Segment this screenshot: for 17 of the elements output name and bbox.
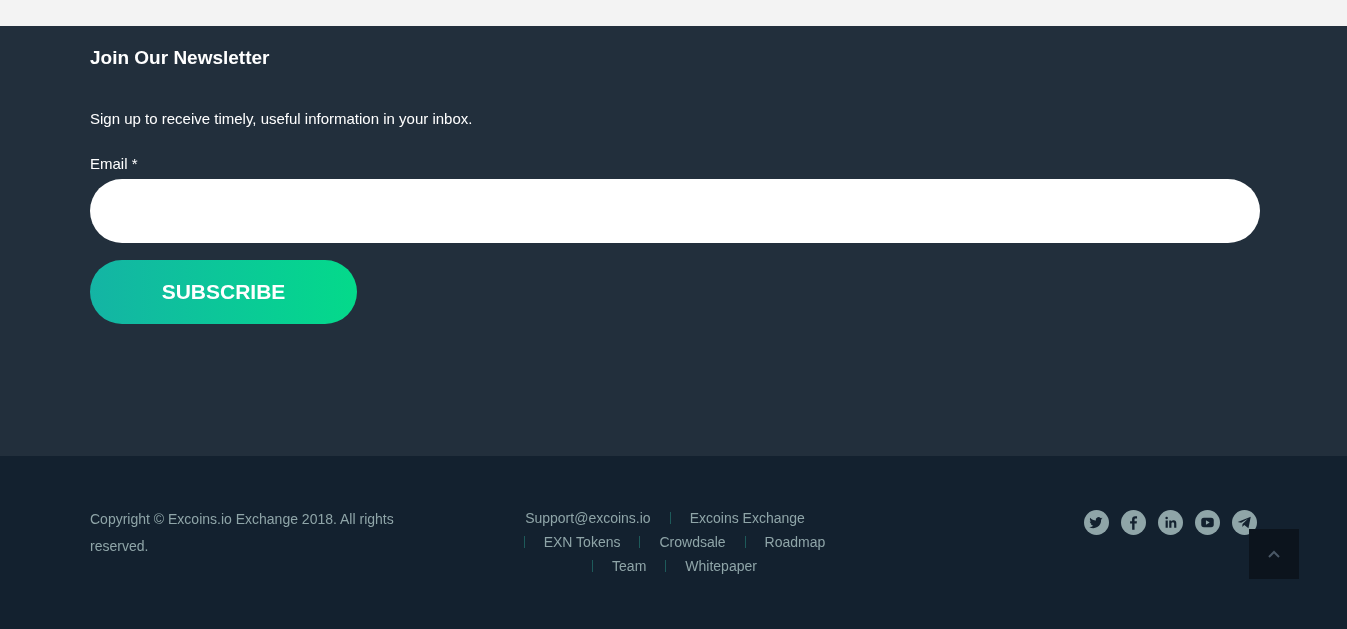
linkedin-icon[interactable]: [1158, 510, 1183, 535]
facebook-icon[interactable]: [1121, 510, 1146, 535]
newsletter-title: Join Our Newsletter: [90, 46, 270, 70]
youtube-icon[interactable]: [1195, 510, 1220, 535]
chevron-up-icon: [1268, 550, 1280, 558]
footer-link[interactable]: EXN Tokens: [543, 530, 621, 554]
footer-link[interactable]: Support@excoins.io: [525, 506, 651, 530]
footer-link[interactable]: Excoins Exchange: [689, 506, 805, 530]
twitter-icon[interactable]: [1084, 510, 1109, 535]
email-label: Email *: [90, 153, 138, 174]
newsletter-description: Sign up to receive timely, useful information in your inbox.: [90, 109, 473, 129]
footer-link[interactable]: Team: [612, 554, 647, 578]
footer-link[interactable]: Crowdsale: [659, 530, 726, 554]
paper-plane-icon[interactable]: [1232, 510, 1257, 535]
copyright-text: Copyright © Excoins.io Exchange 2018. All rights reserved.: [90, 510, 395, 556]
footer-link[interactable]: Whitepaper: [685, 554, 757, 578]
footer-link[interactable]: Roadmap: [764, 530, 826, 554]
